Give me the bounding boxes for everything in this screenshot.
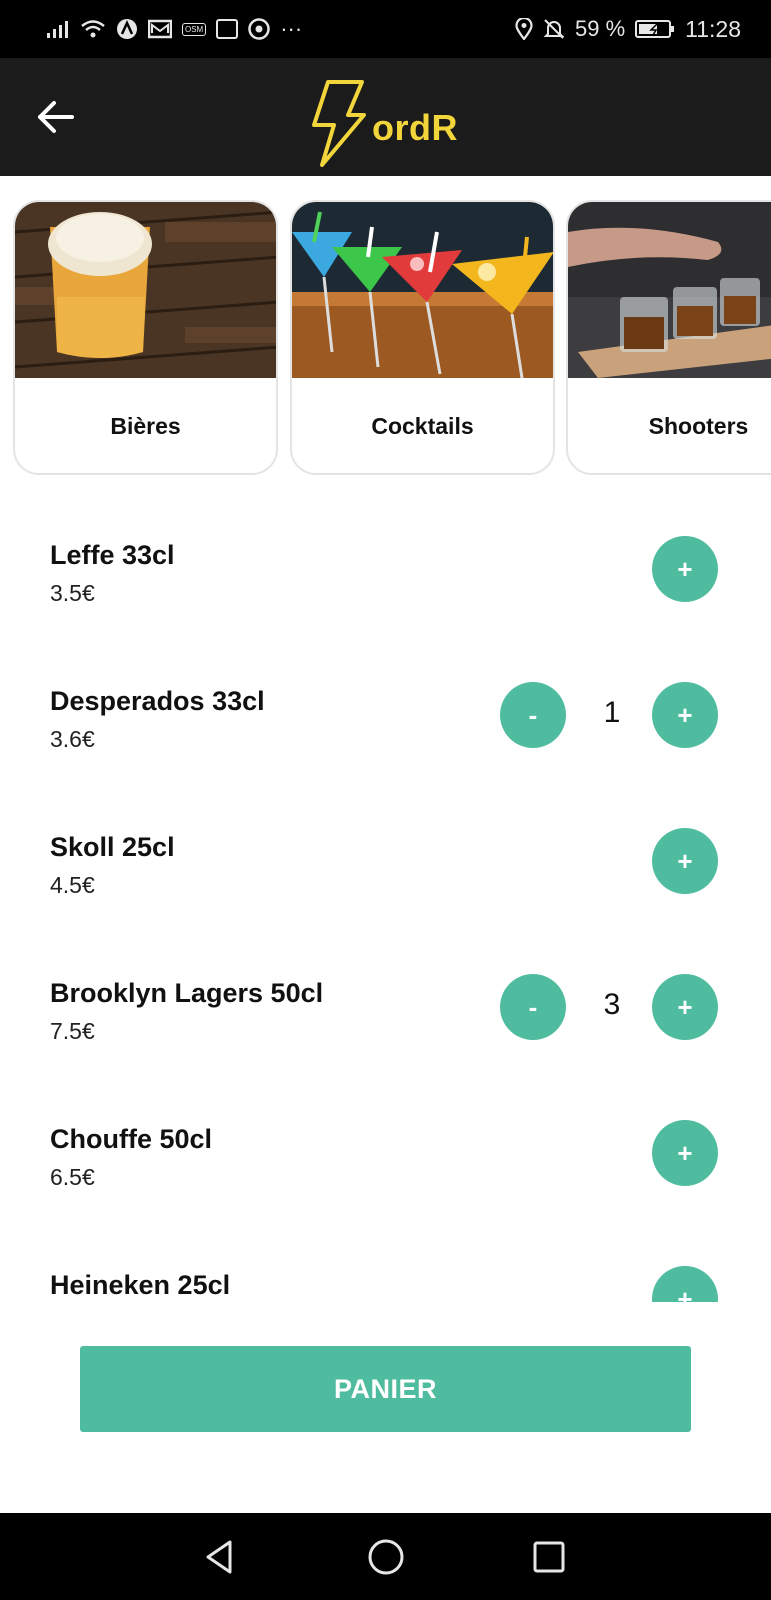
battery-charging-icon xyxy=(635,19,675,39)
list-item: Leffe 33cl 3.5€ + xyxy=(0,500,771,646)
arrow-left-icon xyxy=(38,101,74,133)
product-name: Heineken 25cl xyxy=(50,1270,231,1300)
product-name: Brooklyn Lagers 50cl xyxy=(50,978,324,1008)
product-price: 3.5€ xyxy=(50,580,95,606)
increment-button[interactable]: + xyxy=(652,1266,718,1302)
battery-percent: 59 % xyxy=(574,16,626,41)
category-label: Shooters xyxy=(648,413,749,439)
product-list[interactable]: Leffe 33cl 3.5€ + Desperados 33cl 3.6€ -… xyxy=(0,500,771,1302)
category-label: Cocktails xyxy=(371,413,474,439)
clock: 11:28 xyxy=(685,15,741,42)
list-item: Brooklyn Lagers 50cl 7.5€ - 3 + xyxy=(0,938,771,1084)
increment-button[interactable]: + xyxy=(652,1120,718,1186)
wifi-icon xyxy=(80,19,106,39)
category-card-cocktails[interactable]: Cocktails xyxy=(290,200,555,475)
back-button[interactable] xyxy=(32,95,80,139)
increment-button[interactable]: + xyxy=(652,974,718,1040)
status-right: 59 % 11:28 xyxy=(515,16,741,43)
shooters-photo xyxy=(568,202,771,378)
list-item: Heineken 25cl + xyxy=(0,1230,771,1302)
cocktails-photo xyxy=(292,202,553,379)
location-icon xyxy=(515,18,533,40)
decrement-button[interactable]: - xyxy=(500,682,566,748)
product-price: 4.5€ xyxy=(50,872,95,898)
increment-button[interactable]: + xyxy=(652,536,718,602)
status-left: OSM ··· xyxy=(46,16,302,42)
system-nav-bar xyxy=(0,1513,771,1600)
app-icon xyxy=(216,19,239,39)
list-item: Chouffe 50cl 6.5€ + xyxy=(0,1084,771,1230)
lightning-bolt-icon xyxy=(312,80,366,167)
category-label: Bières xyxy=(110,413,181,439)
decrement-button[interactable]: - xyxy=(500,974,566,1040)
list-item: Desperados 33cl 3.6€ - 1 + xyxy=(0,646,771,792)
cart-button[interactable]: PANIER xyxy=(80,1346,691,1432)
product-price: 6.5€ xyxy=(50,1164,95,1190)
product-name: Skoll 25cl xyxy=(50,832,175,862)
app-bar: ordR xyxy=(0,58,771,176)
increment-button[interactable]: + xyxy=(652,682,718,748)
nav-back-button[interactable] xyxy=(196,1533,244,1581)
mail-icon xyxy=(148,19,172,39)
square-recents-icon xyxy=(533,1541,565,1573)
more-notifications-icon: ··· xyxy=(280,16,303,41)
increment-button[interactable]: + xyxy=(652,828,718,894)
logo-text: ordR xyxy=(372,107,458,148)
quantity-count: 1 xyxy=(603,696,621,729)
navigation-app-icon xyxy=(116,18,138,40)
quantity-count: 3 xyxy=(603,988,621,1021)
product-price: 7.5€ xyxy=(50,1018,95,1044)
category-card-bieres[interactable]: Bières xyxy=(13,200,278,475)
circle-home-icon xyxy=(368,1539,404,1575)
nav-recents-button[interactable] xyxy=(525,1533,573,1581)
category-card-shooters[interactable]: Shooters xyxy=(566,200,771,475)
osm-icon: OSM xyxy=(182,22,207,36)
status-bar: OSM ··· 59 % 11:28 xyxy=(0,0,771,58)
triangle-back-icon xyxy=(206,1540,232,1574)
chrome-icon xyxy=(248,18,270,40)
list-item: Skoll 25cl 4.5€ + xyxy=(0,792,771,938)
product-name: Desperados 33cl xyxy=(50,686,265,716)
nav-home-button[interactable] xyxy=(362,1533,410,1581)
bell-off-icon xyxy=(543,18,565,40)
product-price: 3.6€ xyxy=(50,726,95,752)
signal-icon xyxy=(46,19,70,39)
product-name: Chouffe 50cl xyxy=(50,1124,213,1154)
app-logo: ordR xyxy=(306,78,458,168)
category-carousel[interactable]: Bières Cocktails Shooters xyxy=(0,200,771,478)
product-name: Leffe 33cl xyxy=(50,540,175,570)
beer-photo xyxy=(15,202,276,378)
